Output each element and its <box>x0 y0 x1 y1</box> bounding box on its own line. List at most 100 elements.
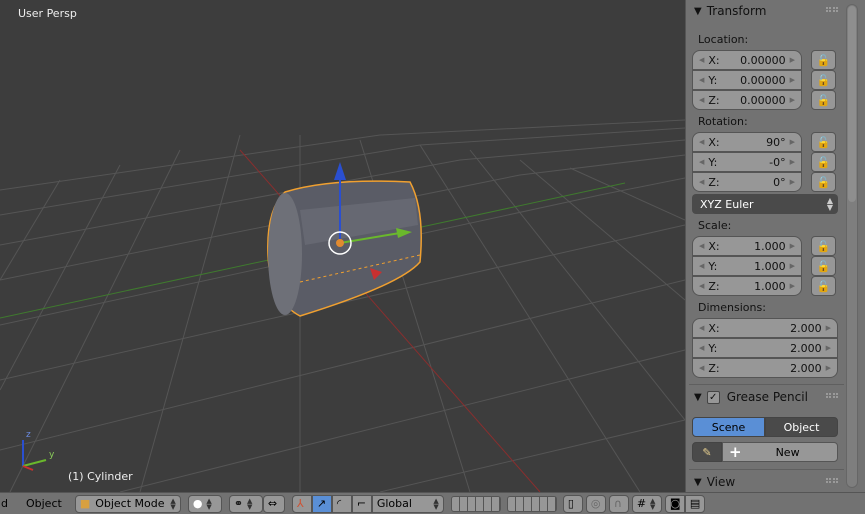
rotation-z-field[interactable]: ◀ Z: 0° ▶ <box>692 172 802 192</box>
layer-lock-button[interactable]: ▯ <box>562 494 583 513</box>
magnet-icon: ∩ <box>613 497 622 510</box>
scale-z-field[interactable]: ◀ Z: 1.000 ▶ <box>692 276 802 296</box>
orientation-select[interactable]: Global ▲ ▼ <box>371 494 444 513</box>
panel-title: Transform <box>706 4 767 18</box>
view-panel-header[interactable]: ▼ View <box>686 471 846 493</box>
proportional-edit-button[interactable]: ◎ <box>585 494 606 513</box>
new-button[interactable]: + New <box>722 442 838 462</box>
collapse-triangle-icon: ▼ <box>694 391 702 403</box>
divider <box>689 384 844 385</box>
grease-pencil-tabs: Scene Object <box>692 417 838 437</box>
lock-icon[interactable]: 🔓 <box>811 70 836 90</box>
transform-panel-header[interactable]: ▼ Transform <box>686 0 846 22</box>
key: Y: <box>708 155 718 169</box>
manipulator-toggle[interactable]: ⅄ <box>291 494 312 513</box>
tab-scene[interactable]: Scene <box>692 417 765 437</box>
up-down-arrows-icon: ▲ ▼ <box>433 496 439 511</box>
key: X: <box>708 53 720 67</box>
grease-pencil-panel-header[interactable]: ▼ ✓ Grease Pencil <box>686 386 846 408</box>
align-arrows-icon: ⇔ <box>267 497 278 510</box>
rotation-mode-select[interactable]: XYZ Euler ▲ ▼ <box>692 194 838 214</box>
pivot-select[interactable]: ⚭ ▲ ▼ <box>228 494 263 513</box>
cylinder-object <box>267 180 422 317</box>
rotation-label: Rotation: <box>698 115 748 128</box>
value: 0.00000 <box>740 73 786 87</box>
snap-toggle[interactable]: ∩ <box>608 494 629 513</box>
key: Z: <box>708 361 720 375</box>
grease-pencil-checkbox[interactable]: ✓ <box>706 390 720 404</box>
dimensions-z-field[interactable]: ◀ Z: 2.000 ▶ <box>692 358 838 378</box>
lock-layers-icon: ▯ <box>567 497 574 510</box>
tab-object[interactable]: Object <box>765 417 838 437</box>
snap-grid-icon: # <box>636 497 647 510</box>
pencil-icon[interactable]: ✎ <box>692 442 722 462</box>
lock-icon[interactable]: 🔓 <box>811 132 836 152</box>
rotate-manipulator-button[interactable]: ◜ <box>331 494 352 513</box>
layer-buttons-2[interactable] <box>506 495 557 512</box>
lock-icon[interactable]: 🔓 <box>811 50 836 70</box>
menu-view[interactable]: d <box>1 497 8 510</box>
key: Y: <box>708 73 718 87</box>
up-down-arrows-icon: ▲ ▼ <box>826 196 833 212</box>
lock-icon[interactable]: 🔓 <box>811 90 836 110</box>
drag-handle-icon[interactable] <box>826 7 838 12</box>
lock-icon[interactable]: 🔓 <box>811 172 836 192</box>
translate-manipulator-button[interactable]: ↗ <box>311 494 332 513</box>
arc-icon: ◜ <box>336 497 342 510</box>
scale-manipulator-button[interactable]: ⌐ <box>351 494 372 513</box>
rotation-x-field[interactable]: ◀ X: 90° ▶ <box>692 132 802 152</box>
lock-icon[interactable]: 🔓 <box>811 152 836 172</box>
solid-sphere-icon: ● <box>192 497 203 510</box>
dimensions-x-field[interactable]: ◀ X: 2.000 ▶ <box>692 318 838 338</box>
lock-icon[interactable]: 🔓 <box>811 256 836 276</box>
scale-x-field[interactable]: ◀ X: 1.000 ▶ <box>692 236 802 256</box>
key: X: <box>708 321 720 335</box>
panel-title: View <box>706 475 736 489</box>
value: 90° <box>766 135 786 149</box>
3d-viewport[interactable]: User Persp z y (1) Cylinder <box>0 0 685 492</box>
active-object-label: (1) Cylinder <box>68 470 133 483</box>
plus-icon: + <box>729 443 742 461</box>
lock-icon[interactable]: 🔓 <box>811 236 836 256</box>
key: Y: <box>708 259 718 273</box>
value: XYZ Euler <box>700 197 754 211</box>
grid-floor <box>0 119 685 492</box>
proportional-icon: ◎ <box>590 497 601 510</box>
value: 1.000 <box>754 259 786 273</box>
scale-icon: ⌐ <box>356 497 367 510</box>
mode-select[interactable]: ■ Object Mode ▲ ▼ <box>74 494 181 513</box>
render-animation-button[interactable]: ▤ <box>684 494 705 513</box>
render-opengl-button[interactable]: ◙ <box>664 494 685 513</box>
sidebar-scroll-thumb[interactable] <box>848 6 856 202</box>
rotation-y-field[interactable]: ◀ Y: -0° ▶ <box>692 152 802 172</box>
drag-handle-icon[interactable] <box>826 478 838 483</box>
menu-object[interactable]: Object <box>26 497 62 510</box>
value: 0° <box>773 175 786 189</box>
lock-icon[interactable]: 🔓 <box>811 276 836 296</box>
viewport-header: d Object ■ Object Mode ▲ ▼ ● ▲ ▼ ⚭ ▲ ▼ ⇔ ⅄ ↗ ◜ … <box>0 492 865 514</box>
location-label: Location: <box>698 33 749 46</box>
location-y-field[interactable]: ◀ Y: 0.00000 ▶ <box>692 70 802 90</box>
value: 0.00000 <box>740 93 786 107</box>
value: 1.000 <box>754 279 786 293</box>
value: 2.000 <box>790 361 822 375</box>
mode-value: Object Mode <box>95 497 165 510</box>
location-z-field[interactable]: ◀ Z: 0.00000 ▶ <box>692 90 802 110</box>
key: Z: <box>708 279 720 293</box>
value: 0.00000 <box>740 53 786 67</box>
dimensions-label: Dimensions: <box>698 301 766 314</box>
dimensions-y-field[interactable]: ◀ Y: 2.000 ▶ <box>692 338 838 358</box>
location-x-field[interactable]: ◀ X: 0.00000 ▶ <box>692 50 802 70</box>
scale-y-field[interactable]: ◀ Y: 1.000 ▶ <box>692 256 802 276</box>
shading-select[interactable]: ● ▲ ▼ <box>187 494 222 513</box>
scale-label: Scale: <box>698 219 732 232</box>
key: X: <box>708 239 720 253</box>
drag-handle-icon[interactable] <box>826 393 838 398</box>
orientation-value: Global <box>376 497 412 510</box>
value: 2.000 <box>790 341 822 355</box>
pivot-icon: ⚭ <box>233 497 244 510</box>
value: -0° <box>769 155 786 169</box>
layer-buttons-1[interactable] <box>450 495 501 512</box>
pivot-align-button[interactable]: ⇔ <box>262 494 285 513</box>
snap-element-select[interactable]: # ▲ ▼ <box>631 494 662 513</box>
